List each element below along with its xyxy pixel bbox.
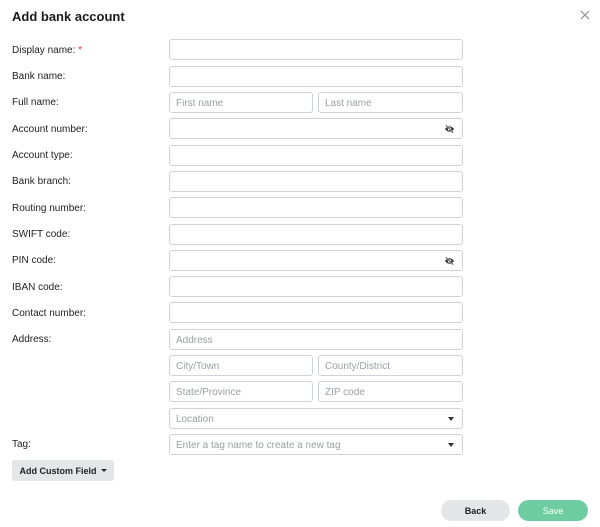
add-custom-field-button[interactable]: Add Custom Field — [12, 460, 114, 481]
tag-select[interactable] — [169, 434, 463, 455]
location-select[interactable] — [169, 408, 463, 429]
account-number-label: Account number: — [12, 124, 88, 135]
routing-number-field[interactable] — [169, 197, 463, 218]
county-field[interactable] — [318, 355, 463, 376]
routing-number-label: Routing number: — [12, 203, 86, 214]
bank-name-field[interactable] — [169, 66, 463, 87]
eye-off-icon[interactable] — [444, 256, 455, 266]
back-button[interactable]: Back — [441, 500, 510, 521]
zip-field[interactable] — [318, 381, 463, 402]
chevron-down-icon — [100, 469, 107, 472]
bank-name-label: Bank name: — [12, 71, 66, 82]
address-field[interactable] — [169, 329, 463, 350]
first-name-field[interactable] — [169, 92, 313, 113]
display-name-field[interactable] — [169, 39, 463, 60]
swift-code-label: SWIFT code: — [12, 229, 71, 240]
chevron-down-icon[interactable] — [448, 417, 454, 421]
chevron-down-icon[interactable] — [448, 443, 454, 447]
contact-number-label: Contact number: — [12, 308, 86, 319]
address-label: Address: — [12, 334, 52, 345]
account-number-field[interactable] — [169, 118, 463, 139]
iban-code-label: IBAN code: — [12, 282, 63, 293]
eye-off-icon[interactable] — [444, 124, 455, 134]
account-type-field[interactable] — [169, 145, 463, 166]
add-custom-field-label: Add Custom Field — [19, 465, 97, 476]
account-type-label: Account type: — [12, 150, 73, 161]
swift-code-field[interactable] — [169, 224, 463, 245]
save-button[interactable]: Save — [518, 500, 588, 521]
city-field[interactable] — [169, 355, 313, 376]
tag-label: Tag: — [12, 439, 31, 450]
state-field[interactable] — [169, 381, 313, 402]
close-icon[interactable] — [578, 8, 592, 22]
required-mark: * — [78, 45, 83, 56]
pin-code-field[interactable] — [169, 250, 463, 271]
full-name-label: Full name: — [12, 97, 59, 108]
bank-branch-label: Bank branch: — [12, 176, 71, 187]
contact-number-field[interactable] — [169, 302, 463, 323]
last-name-field[interactable] — [318, 92, 463, 113]
pin-code-label: PIN code: — [12, 255, 56, 266]
dialog-title: Add bank account — [12, 9, 125, 24]
display-name-label: Display name: * — [12, 45, 83, 56]
bank-branch-field[interactable] — [169, 171, 463, 192]
iban-code-field[interactable] — [169, 276, 463, 297]
